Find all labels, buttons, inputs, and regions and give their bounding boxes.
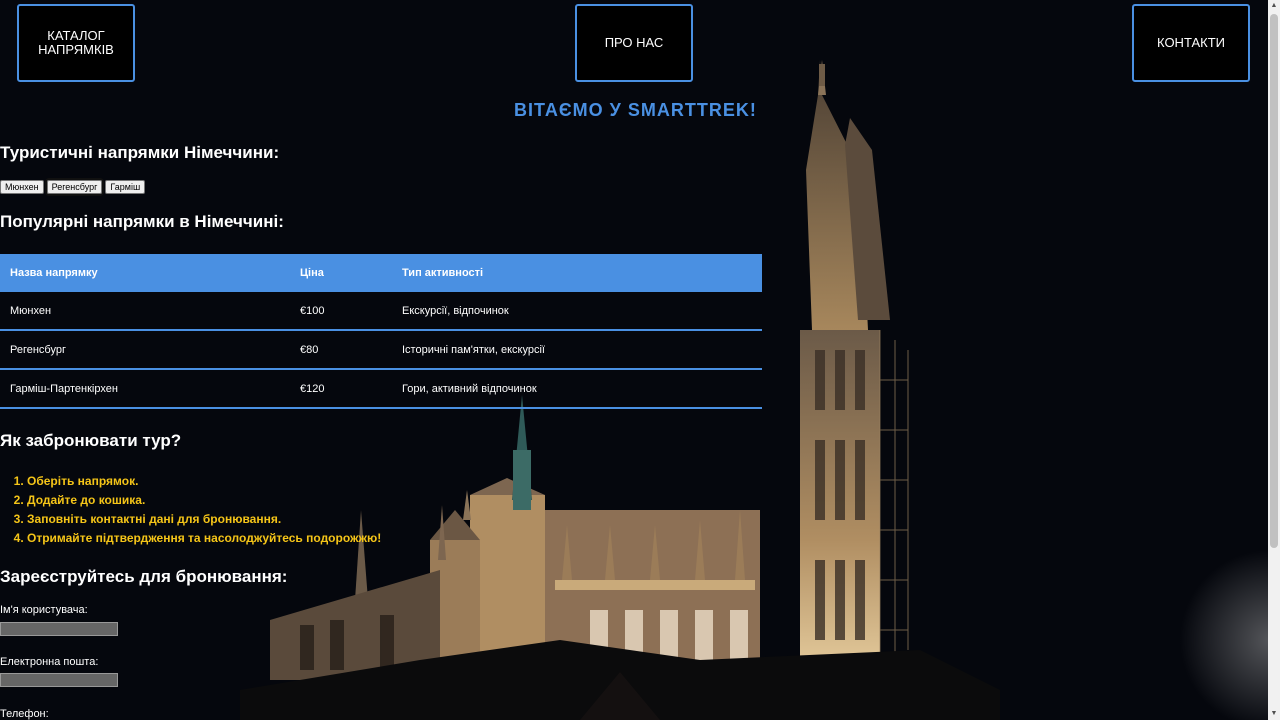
city-button-munich[interactable]: Мюнхен	[0, 180, 44, 194]
username-input[interactable]	[0, 622, 118, 636]
email-input[interactable]	[0, 673, 118, 687]
table-row: Регенсбург €80 Історичні пам'ятки, екску…	[0, 330, 762, 370]
phone-label: Телефон:	[0, 708, 49, 720]
city-button-regensburg[interactable]: Регенсбург	[44, 178, 105, 196]
column-header-price: Ціна	[290, 254, 392, 292]
welcome-heading: ВІТАЄМО У SMARTTREK!	[514, 100, 757, 120]
cell-price: €120	[290, 369, 392, 409]
vertical-scrollbar[interactable]: ▲ ▼	[1268, 0, 1280, 720]
nav-about-button[interactable]: ПРО НАС	[575, 4, 693, 82]
cell-activity: Історичні пам'ятки, екскурсії	[392, 330, 762, 370]
cell-activity: Гори, активний відпочинок	[392, 369, 762, 409]
popular-destinations-heading: Популярні напрямки в Німеччині:	[0, 212, 284, 231]
username-label: Ім'я користувача:	[0, 604, 88, 616]
cell-price: €80	[290, 330, 392, 370]
list-item: Отримайте підтвердження та насолоджуйтес…	[27, 529, 381, 548]
nav-contacts-button[interactable]: КОНТАКТИ	[1132, 4, 1250, 82]
how-to-book-heading: Як забронювати тур?	[0, 431, 182, 450]
scroll-up-arrow-icon[interactable]: ▲	[1268, 0, 1280, 12]
page-content: КАТАЛОГ НАПРЯМКІВ ПРО НАС КОНТАКТИ ВІТАЄ…	[0, 0, 1268, 720]
cell-price: €100	[290, 292, 392, 331]
city-button-group: Мюнхен Регенсбург Гарміш	[0, 178, 146, 196]
cell-activity: Екскурсії, відпочинок	[392, 292, 762, 331]
column-header-name: Назва напрямку	[0, 254, 290, 292]
destinations-table: Назва напрямку Ціна Тип активності Мюнхе…	[0, 254, 762, 409]
table-row: Гарміш-Партенкірхен €120 Гори, активний …	[0, 369, 762, 409]
city-button-garmisch[interactable]: Гарміш	[105, 180, 146, 194]
booking-steps-list: Оберіть напрямок. Додайте до кошика. Зап…	[0, 472, 381, 548]
scroll-down-arrow-icon[interactable]: ▼	[1268, 708, 1280, 720]
cell-name: Регенсбург	[0, 330, 290, 370]
register-heading: Зареєструйтесь для бронювання:	[0, 567, 288, 586]
scrollbar-thumb[interactable]	[1270, 14, 1278, 548]
cell-name: Мюнхен	[0, 292, 290, 331]
list-item: Оберіть напрямок.	[27, 472, 381, 491]
list-item: Заповніть контактні дані для бронювання.	[27, 510, 381, 529]
table-row: Мюнхен €100 Екскурсії, відпочинок	[0, 292, 762, 331]
destinations-heading: Туристичні напрямки Німеччини:	[0, 143, 280, 162]
list-item: Додайте до кошика.	[27, 491, 381, 510]
cell-name: Гарміш-Партенкірхен	[0, 369, 290, 409]
table-header-row: Назва напрямку Ціна Тип активності	[0, 254, 762, 292]
nav-catalog-button[interactable]: КАТАЛОГ НАПРЯМКІВ	[17, 4, 135, 82]
email-label: Електронна пошта:	[0, 656, 99, 668]
column-header-activity: Тип активності	[392, 254, 762, 292]
